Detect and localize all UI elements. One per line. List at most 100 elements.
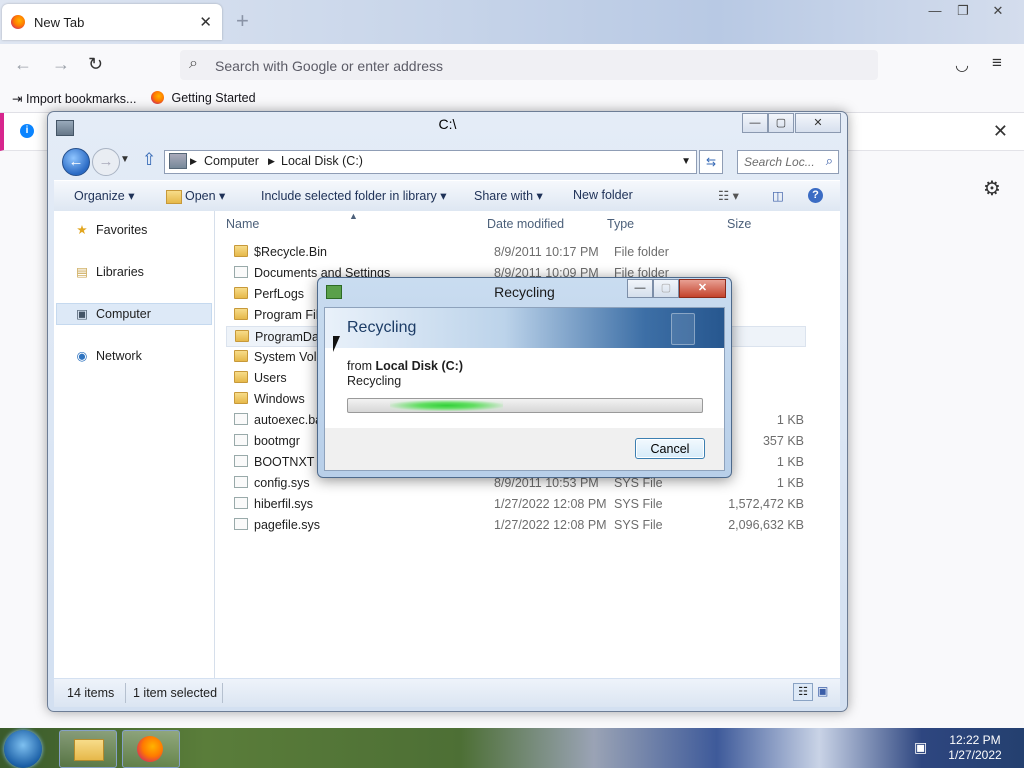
column-header-type[interactable]: Type <box>607 217 634 231</box>
explorer-maximize-button[interactable]: ▢ <box>768 113 794 133</box>
help-icon[interactable]: ? <box>808 188 823 203</box>
start-button[interactable] <box>4 730 42 768</box>
table-row[interactable]: hiberfil.sys 1/27/2022 12:08 PM SYS File 1,… <box>226 494 806 515</box>
minimize-button[interactable]: — <box>922 1 948 21</box>
taskbar-clock[interactable]: 12:22 PM 1/27/2022 <box>930 733 1020 763</box>
file-icon <box>234 476 248 488</box>
file-name: autoexec.bat <box>254 413 326 427</box>
recent-pages-dropdown[interactable]: ▼ <box>120 154 130 165</box>
network-icon: ◉ <box>76 349 88 363</box>
url-bar[interactable]: ⌕ Search with Google or enter address <box>180 50 878 80</box>
details-view-icon[interactable]: ☷ <box>793 683 813 701</box>
bookmark-import[interactable]: ⇥ Import bookmarks... <box>12 91 136 106</box>
nav-label: Libraries <box>96 265 144 279</box>
file-name: hiberfil.sys <box>254 497 314 511</box>
taskbar-firefox[interactable] <box>122 730 180 768</box>
file-icon <box>234 497 248 509</box>
from-location: Local Disk (C:) <box>375 359 463 373</box>
file-icon <box>234 413 248 425</box>
taskbar-explorer[interactable] <box>59 730 117 768</box>
nav-computer[interactable]: ▣ Computer <box>74 306 151 321</box>
open-button[interactable]: Open ▾ <box>185 188 225 203</box>
dialog-close-button[interactable]: ✕ <box>679 279 726 298</box>
breadcrumb-separator: ▶ <box>268 156 275 166</box>
tab-close-icon[interactable]: ✕ <box>199 13 212 31</box>
file-icon <box>234 434 248 446</box>
file-date: 1/27/2022 12:08 PM <box>494 518 607 532</box>
file-name: PerfLogs <box>254 287 305 301</box>
file-name: bootmgr <box>254 434 300 448</box>
dialog-status: Recycling <box>347 374 402 388</box>
column-header-name[interactable]: Name <box>226 217 259 231</box>
column-header-size[interactable]: Size <box>727 217 751 231</box>
tab-new-tab[interactable]: New Tab ✕ <box>2 4 222 40</box>
address-bar[interactable]: ▶ Computer ▶ Local Disk (C:) ▼ <box>164 150 697 174</box>
settings-gear-icon[interactable]: ⚙ <box>983 176 1001 201</box>
explorer-minimize-button[interactable]: — <box>742 113 768 133</box>
nav-favorites[interactable]: ★ Favorites <box>74 222 147 237</box>
file-icon <box>234 518 248 530</box>
network-tray-icon[interactable]: ▣ <box>914 739 927 756</box>
navigation-pane: ★ Favorites ▤ Libraries ▣ Computer ◉ Network <box>54 211 215 678</box>
new-folder-button[interactable]: New folder <box>573 188 633 202</box>
reload-icon[interactable]: ↻ <box>88 54 103 75</box>
refresh-icon[interactable]: ⇆ <box>699 150 723 174</box>
dialog-body: Recycling from Local Disk (C:) Recycling… <box>324 307 725 471</box>
status-divider <box>125 683 126 703</box>
cancel-button[interactable]: Cancel <box>635 438 705 459</box>
back-button[interactable]: ← <box>62 148 90 176</box>
library-icon: ▤ <box>76 265 88 279</box>
dialog-source: from Local Disk (C:) <box>347 359 463 373</box>
file-type: File folder <box>614 245 669 259</box>
up-arrow-icon[interactable]: ⇧ <box>142 150 156 170</box>
back-arrow-icon[interactable]: ← <box>14 54 32 75</box>
command-bar: Organize ▾ Open ▾ Include selected folde… <box>54 180 840 213</box>
file-size: 1,572,472 KB <box>728 497 804 511</box>
bookmark-getting-started[interactable]: Getting Started <box>151 91 256 105</box>
table-row[interactable]: $Recycle.Bin 8/9/2011 10:17 PM File folder <box>226 242 806 263</box>
folder-icon <box>234 245 248 257</box>
folder-open-icon <box>166 190 182 204</box>
forward-button[interactable]: → <box>92 148 120 176</box>
share-with-button[interactable]: Share with ▾ <box>474 188 543 203</box>
clock-time: 12:22 PM <box>949 733 1001 747</box>
pocket-icon[interactable]: ◡ <box>955 55 969 75</box>
restore-button[interactable]: ❐ <box>950 1 976 21</box>
nav-label: Computer <box>96 307 151 321</box>
close-window-button[interactable]: ✕ <box>985 1 1011 21</box>
address-dropdown-icon[interactable]: ▼ <box>681 156 691 167</box>
view-options-icon[interactable]: ☷ ▾ <box>718 188 739 203</box>
nav-libraries[interactable]: ▤ Libraries <box>74 264 144 279</box>
breadcrumb-local-disk[interactable]: Local Disk (C:) <box>281 154 363 168</box>
include-in-library-button[interactable]: Include selected folder in library ▾ <box>261 188 447 203</box>
file-name: config.sys <box>254 476 310 490</box>
breadcrumb-computer[interactable]: Computer <box>204 154 259 168</box>
computer-icon <box>169 153 187 169</box>
folder-icon <box>234 350 248 362</box>
search-input[interactable]: Search Loc... ⌕ <box>737 150 839 174</box>
explorer-close-button[interactable]: ✕ <box>795 113 841 133</box>
file-size: 1 KB <box>776 455 804 469</box>
file-name: Users <box>254 371 287 385</box>
column-header-date[interactable]: Date modified <box>487 217 564 231</box>
status-selected: 1 item selected <box>133 686 218 700</box>
folder-icon <box>234 371 248 383</box>
menu-icon[interactable]: ≡ <box>992 53 1002 73</box>
table-row[interactable]: pagefile.sys 1/27/2022 12:08 PM SYS File 2,… <box>226 515 806 536</box>
dialog-minimize-button[interactable]: — <box>627 279 653 298</box>
large-icons-view-icon[interactable]: ▣ <box>817 684 828 698</box>
notification-close-icon[interactable]: ✕ <box>993 121 1008 142</box>
forward-arrow-icon[interactable]: → <box>52 54 70 75</box>
file-size: 1 KB <box>776 476 804 490</box>
file-date: 1/27/2022 12:08 PM <box>494 497 607 511</box>
nav-network[interactable]: ◉ Network <box>74 348 142 363</box>
search-icon: ⌕ <box>825 153 833 168</box>
preview-pane-icon[interactable]: ◫ <box>772 188 784 203</box>
new-tab-button[interactable]: + <box>236 8 249 34</box>
organize-button[interactable]: Organize ▾ <box>74 188 134 203</box>
file-size: 2,096,632 KB <box>728 518 804 532</box>
bookmark-label: Import bookmarks... <box>25 92 137 106</box>
folder-icon <box>234 308 248 320</box>
firefox-icon <box>137 736 163 762</box>
file-date: 8/9/2011 10:17 PM <box>494 245 599 259</box>
